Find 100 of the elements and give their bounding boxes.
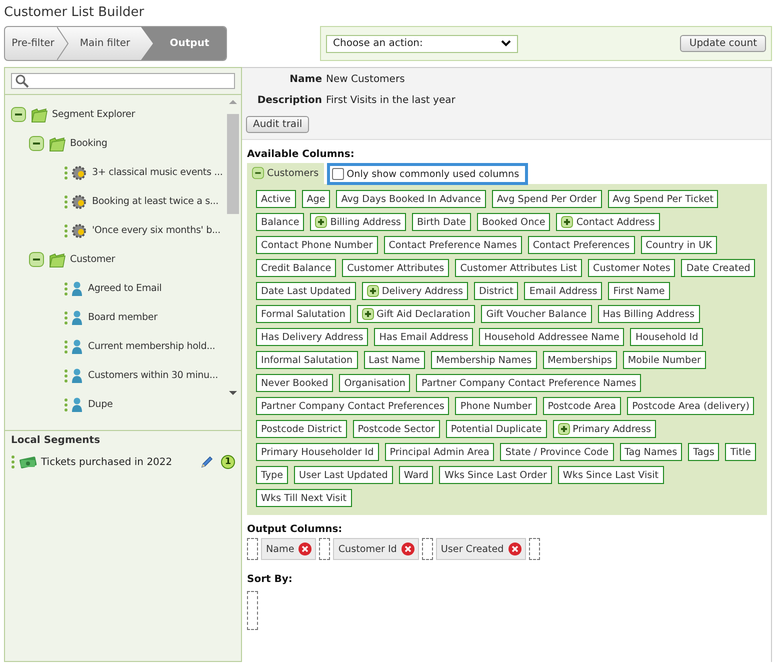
column-chip[interactable]: Formal Salutation [256, 305, 350, 323]
remove-icon[interactable] [508, 542, 522, 556]
remove-icon[interactable] [400, 542, 415, 556]
column-chip[interactable]: Customer Attributes List [455, 259, 582, 277]
expand-icon[interactable] [362, 308, 374, 320]
column-chip[interactable]: Postcode District [256, 420, 347, 438]
collapse-icon[interactable] [11, 107, 26, 122]
column-chip[interactable]: Informal Salutation [256, 351, 358, 369]
search-field[interactable] [11, 73, 235, 89]
column-chip[interactable]: Country in UK [640, 236, 717, 254]
column-chip[interactable]: Contact Phone Number [256, 236, 378, 254]
folder-label[interactable]: Booking [70, 138, 108, 149]
column-chip[interactable]: Has Email Address [374, 328, 474, 346]
segment-item[interactable]: Dupe [88, 399, 113, 410]
column-chip[interactable]: Gift Voucher Balance [481, 305, 592, 323]
column-chip[interactable]: Postcode Sector [352, 420, 440, 438]
expand-icon[interactable] [561, 216, 574, 228]
output-column-chip[interactable]: User Created [436, 538, 526, 560]
segment-item[interactable]: 3+ classical music events ... [92, 167, 223, 178]
column-chip[interactable]: Contact Address [556, 213, 660, 231]
output-column-chip[interactable]: Customer Id [333, 538, 419, 560]
column-chip[interactable]: Delivery Address [362, 282, 468, 300]
column-chip[interactable]: Age [302, 190, 330, 208]
column-chip[interactable]: Avg Days Booked In Advance [336, 190, 486, 208]
update-count-button[interactable]: Update count [680, 35, 766, 52]
column-chip[interactable]: Ward [398, 466, 434, 484]
column-chip[interactable]: Birth Date [412, 213, 471, 231]
column-chip[interactable]: Organisation [339, 374, 410, 392]
column-chip[interactable]: Avg Spend Per Order [492, 190, 602, 208]
column-chip[interactable]: Postcode Area (delivery) [627, 397, 754, 415]
segment-item[interactable]: Agreed to Email [88, 283, 162, 294]
drop-zone[interactable] [247, 591, 258, 630]
drop-zone[interactable] [247, 538, 258, 560]
segment-item[interactable]: Customers within 30 minu... [88, 370, 218, 381]
column-chip[interactable]: Mobile Number [622, 351, 706, 369]
column-chip[interactable]: Phone Number [455, 397, 537, 415]
segment-item[interactable]: Board member [88, 312, 158, 323]
column-chip[interactable]: Avg Spend Per Ticket [608, 190, 718, 208]
column-chip[interactable]: Potential Duplicate [446, 420, 547, 438]
segment-item[interactable]: 'Once every six months' b... [92, 225, 221, 236]
remove-icon[interactable] [298, 542, 312, 556]
column-chip[interactable]: Primary Householder Id [256, 443, 379, 461]
column-chip[interactable]: Household Id [630, 328, 704, 346]
column-chip[interactable]: Active [256, 190, 296, 208]
folder-label[interactable]: Customer [70, 254, 116, 265]
column-chip[interactable]: Wks Till Next Visit [256, 489, 352, 507]
column-chip[interactable]: Contact Preference Names [384, 236, 522, 254]
expand-icon[interactable] [315, 216, 328, 228]
column-chip[interactable]: Membership Names [430, 351, 537, 369]
column-chip[interactable]: District [474, 282, 518, 300]
column-chip[interactable]: Partner Company Contact Preference Names [416, 374, 642, 392]
column-chip[interactable]: Never Booked [256, 374, 334, 392]
column-chip[interactable]: Principal Admin Area [384, 443, 494, 461]
column-chip[interactable]: Credit Balance [256, 259, 336, 277]
collapse-icon[interactable] [29, 252, 44, 267]
collapse-icon[interactable] [29, 136, 44, 151]
column-chip[interactable]: Title [725, 443, 756, 461]
column-chip[interactable]: Primary Address [552, 420, 656, 438]
column-chip[interactable]: Customer Notes [588, 259, 676, 277]
column-chip[interactable]: Memberships [542, 351, 617, 369]
column-chip[interactable]: Email Address [524, 282, 602, 300]
column-chip[interactable]: Type [256, 466, 288, 484]
column-chip[interactable]: Balance [256, 213, 304, 231]
wizard-step[interactable]: Pre-filter [5, 27, 69, 60]
column-chip[interactable]: Household Addressee Name [479, 328, 624, 346]
common-columns-checkbox[interactable]: Only show commonly used columns [326, 163, 528, 185]
drop-zone[interactable] [319, 538, 330, 560]
output-column-chip[interactable]: Name [261, 538, 316, 560]
column-chip[interactable]: Booked Once [476, 213, 550, 231]
column-chip[interactable]: Has Billing Address [598, 305, 700, 323]
column-chip[interactable]: Date Last Updated [256, 282, 356, 300]
pencil-icon[interactable] [200, 455, 214, 469]
column-chip[interactable]: Contact Preferences [528, 236, 635, 254]
column-chip[interactable]: Tag Names [620, 443, 682, 461]
column-chip[interactable]: Wks Since Last Order [439, 466, 552, 484]
drop-zone[interactable] [422, 538, 433, 560]
column-chip[interactable]: Last Name [364, 351, 425, 369]
column-chip[interactable]: Has Delivery Address [256, 328, 368, 346]
segment-item[interactable]: Booking at least twice a s... [92, 196, 218, 207]
column-chip[interactable]: State / Province Code [500, 443, 614, 461]
column-chip[interactable]: Customer Attributes [342, 259, 450, 277]
folder-label[interactable]: Segment Explorer [52, 109, 135, 120]
collapse-icon[interactable] [252, 167, 264, 179]
audit-trail-button[interactable]: Audit trail [246, 116, 310, 133]
column-chip[interactable]: Tags [688, 443, 720, 461]
column-chip[interactable]: Gift Aid Declaration [356, 305, 476, 323]
column-chip[interactable]: Billing Address [310, 213, 406, 231]
column-chip[interactable]: Date Created [681, 259, 756, 277]
column-chip[interactable]: Postcode Area [542, 397, 622, 415]
action-dropdown[interactable]: Choose an action: [326, 34, 518, 52]
column-chip[interactable]: Partner Company Contact Preferences [256, 397, 450, 415]
wizard-step[interactable]: Main filter [69, 27, 141, 60]
column-chip[interactable]: User Last Updated [294, 466, 393, 484]
column-chip[interactable]: Wks Since Last Visit [558, 466, 664, 484]
segment-item[interactable]: Tickets purchased in 2022 [41, 456, 196, 468]
drop-zone[interactable] [528, 538, 540, 560]
expand-icon[interactable] [366, 285, 379, 297]
column-chip[interactable]: First Name [608, 282, 670, 300]
expand-icon[interactable] [558, 423, 570, 435]
segment-item[interactable]: Current membership hold... [88, 341, 216, 352]
